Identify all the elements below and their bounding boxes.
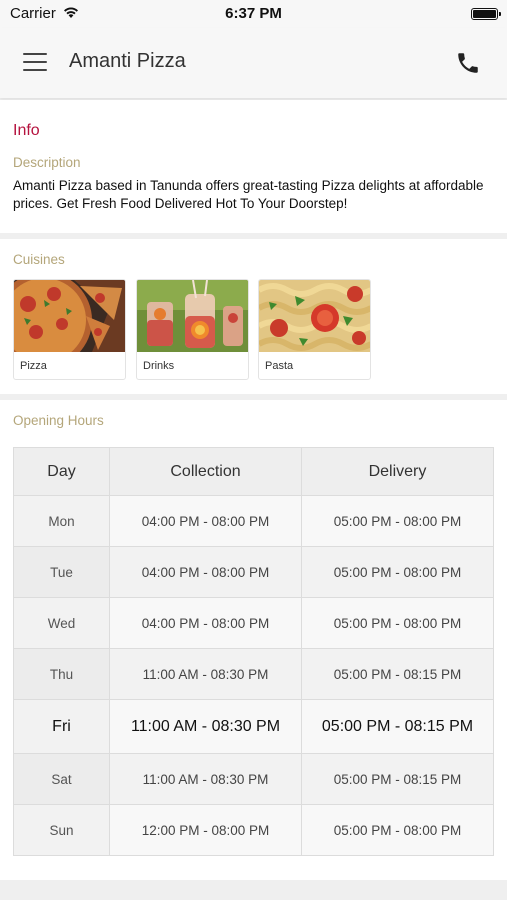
cuisine-tile-drinks[interactable]: Drinks [136, 279, 249, 380]
hamburger-menu-icon[interactable] [23, 53, 47, 71]
day-cell: Wed [13, 597, 110, 649]
cuisines-label: Cuisines [13, 252, 65, 267]
delivery-cell: 05:00 PM - 08:00 PM [301, 495, 494, 547]
collection-cell: 11:00 AM - 08:30 PM [109, 648, 302, 700]
cuisines-section: Cuisines Pizza Drinks Pasta [0, 239, 507, 394]
drinks-image [137, 280, 248, 352]
nav-bar: Amanti Pizza [0, 28, 507, 98]
opening-hours-table: Day Collection Delivery Mon 04:00 PM - 0… [13, 447, 494, 856]
table-row-today: Fri 11:00 AM - 08:30 PM 05:00 PM - 08:15… [13, 699, 494, 754]
status-bar: Carrier 6:37 PM [0, 0, 507, 28]
day-cell: Mon [13, 495, 110, 547]
cuisine-name-drinks: Drinks [143, 360, 175, 372]
delivery-cell: 05:00 PM - 08:00 PM [301, 546, 494, 598]
collection-cell: 11:00 AM - 08:30 PM [109, 753, 302, 805]
day-cell: Sun [13, 804, 110, 856]
collection-cell: 04:00 PM - 08:00 PM [109, 597, 302, 649]
cuisine-tile-pasta[interactable]: Pasta [258, 279, 371, 380]
day-cell: Tue [13, 546, 110, 598]
delivery-cell: 05:00 PM - 08:15 PM [301, 648, 494, 700]
collection-cell: 04:00 PM - 08:00 PM [109, 495, 302, 547]
cuisine-tile-pizza[interactable]: Pizza [13, 279, 126, 380]
column-header-day: Day [13, 447, 110, 496]
description-text: Amanti Pizza based in Tanunda offers gre… [13, 178, 484, 211]
info-title: Info [13, 122, 40, 139]
cuisine-name-pizza: Pizza [20, 360, 47, 372]
page-title: Amanti Pizza [69, 50, 186, 72]
day-cell: Fri [13, 699, 110, 754]
clock: 6:37 PM [225, 5, 282, 22]
pizza-image [14, 280, 125, 352]
table-row: Wed 04:00 PM - 08:00 PM 05:00 PM - 08:00… [13, 597, 494, 649]
battery-icon [471, 8, 501, 20]
delivery-cell: 05:00 PM - 08:00 PM [301, 597, 494, 649]
collection-cell: 12:00 PM - 08:00 PM [109, 804, 302, 856]
delivery-cell: 05:00 PM - 08:00 PM [301, 804, 494, 856]
column-header-delivery: Delivery [301, 447, 494, 496]
opening-hours-label: Opening Hours [13, 413, 104, 428]
cuisine-name-pasta: Pasta [265, 360, 294, 372]
delivery-cell: 05:00 PM - 08:15 PM [301, 753, 494, 805]
table-row: Thu 11:00 AM - 08:30 PM 05:00 PM - 08:15… [13, 648, 494, 700]
pasta-image [259, 280, 370, 352]
table-row: Sat 11:00 AM - 08:30 PM 05:00 PM - 08:15… [13, 753, 494, 805]
table-row: Sun 12:00 PM - 08:00 PM 05:00 PM - 08:00… [13, 804, 494, 856]
delivery-cell: 05:00 PM - 08:15 PM [301, 699, 494, 754]
table-row: Tue 04:00 PM - 08:00 PM 05:00 PM - 08:00… [13, 546, 494, 598]
phone-icon[interactable] [455, 50, 481, 76]
table-row: Mon 04:00 PM - 08:00 PM 05:00 PM - 08:00… [13, 495, 494, 547]
info-section: Info Description Amanti Pizza based in T… [0, 100, 507, 233]
column-header-collection: Collection [109, 447, 302, 496]
day-cell: Sat [13, 753, 110, 805]
collection-cell: 04:00 PM - 08:00 PM [109, 546, 302, 598]
collection-cell: 11:00 AM - 08:30 PM [109, 699, 302, 754]
description-label: Description [13, 155, 81, 170]
day-cell: Thu [13, 648, 110, 700]
table-header-row: Day Collection Delivery [13, 447, 494, 496]
opening-hours-section: Opening Hours Day Collection Delivery Mo… [0, 400, 507, 880]
